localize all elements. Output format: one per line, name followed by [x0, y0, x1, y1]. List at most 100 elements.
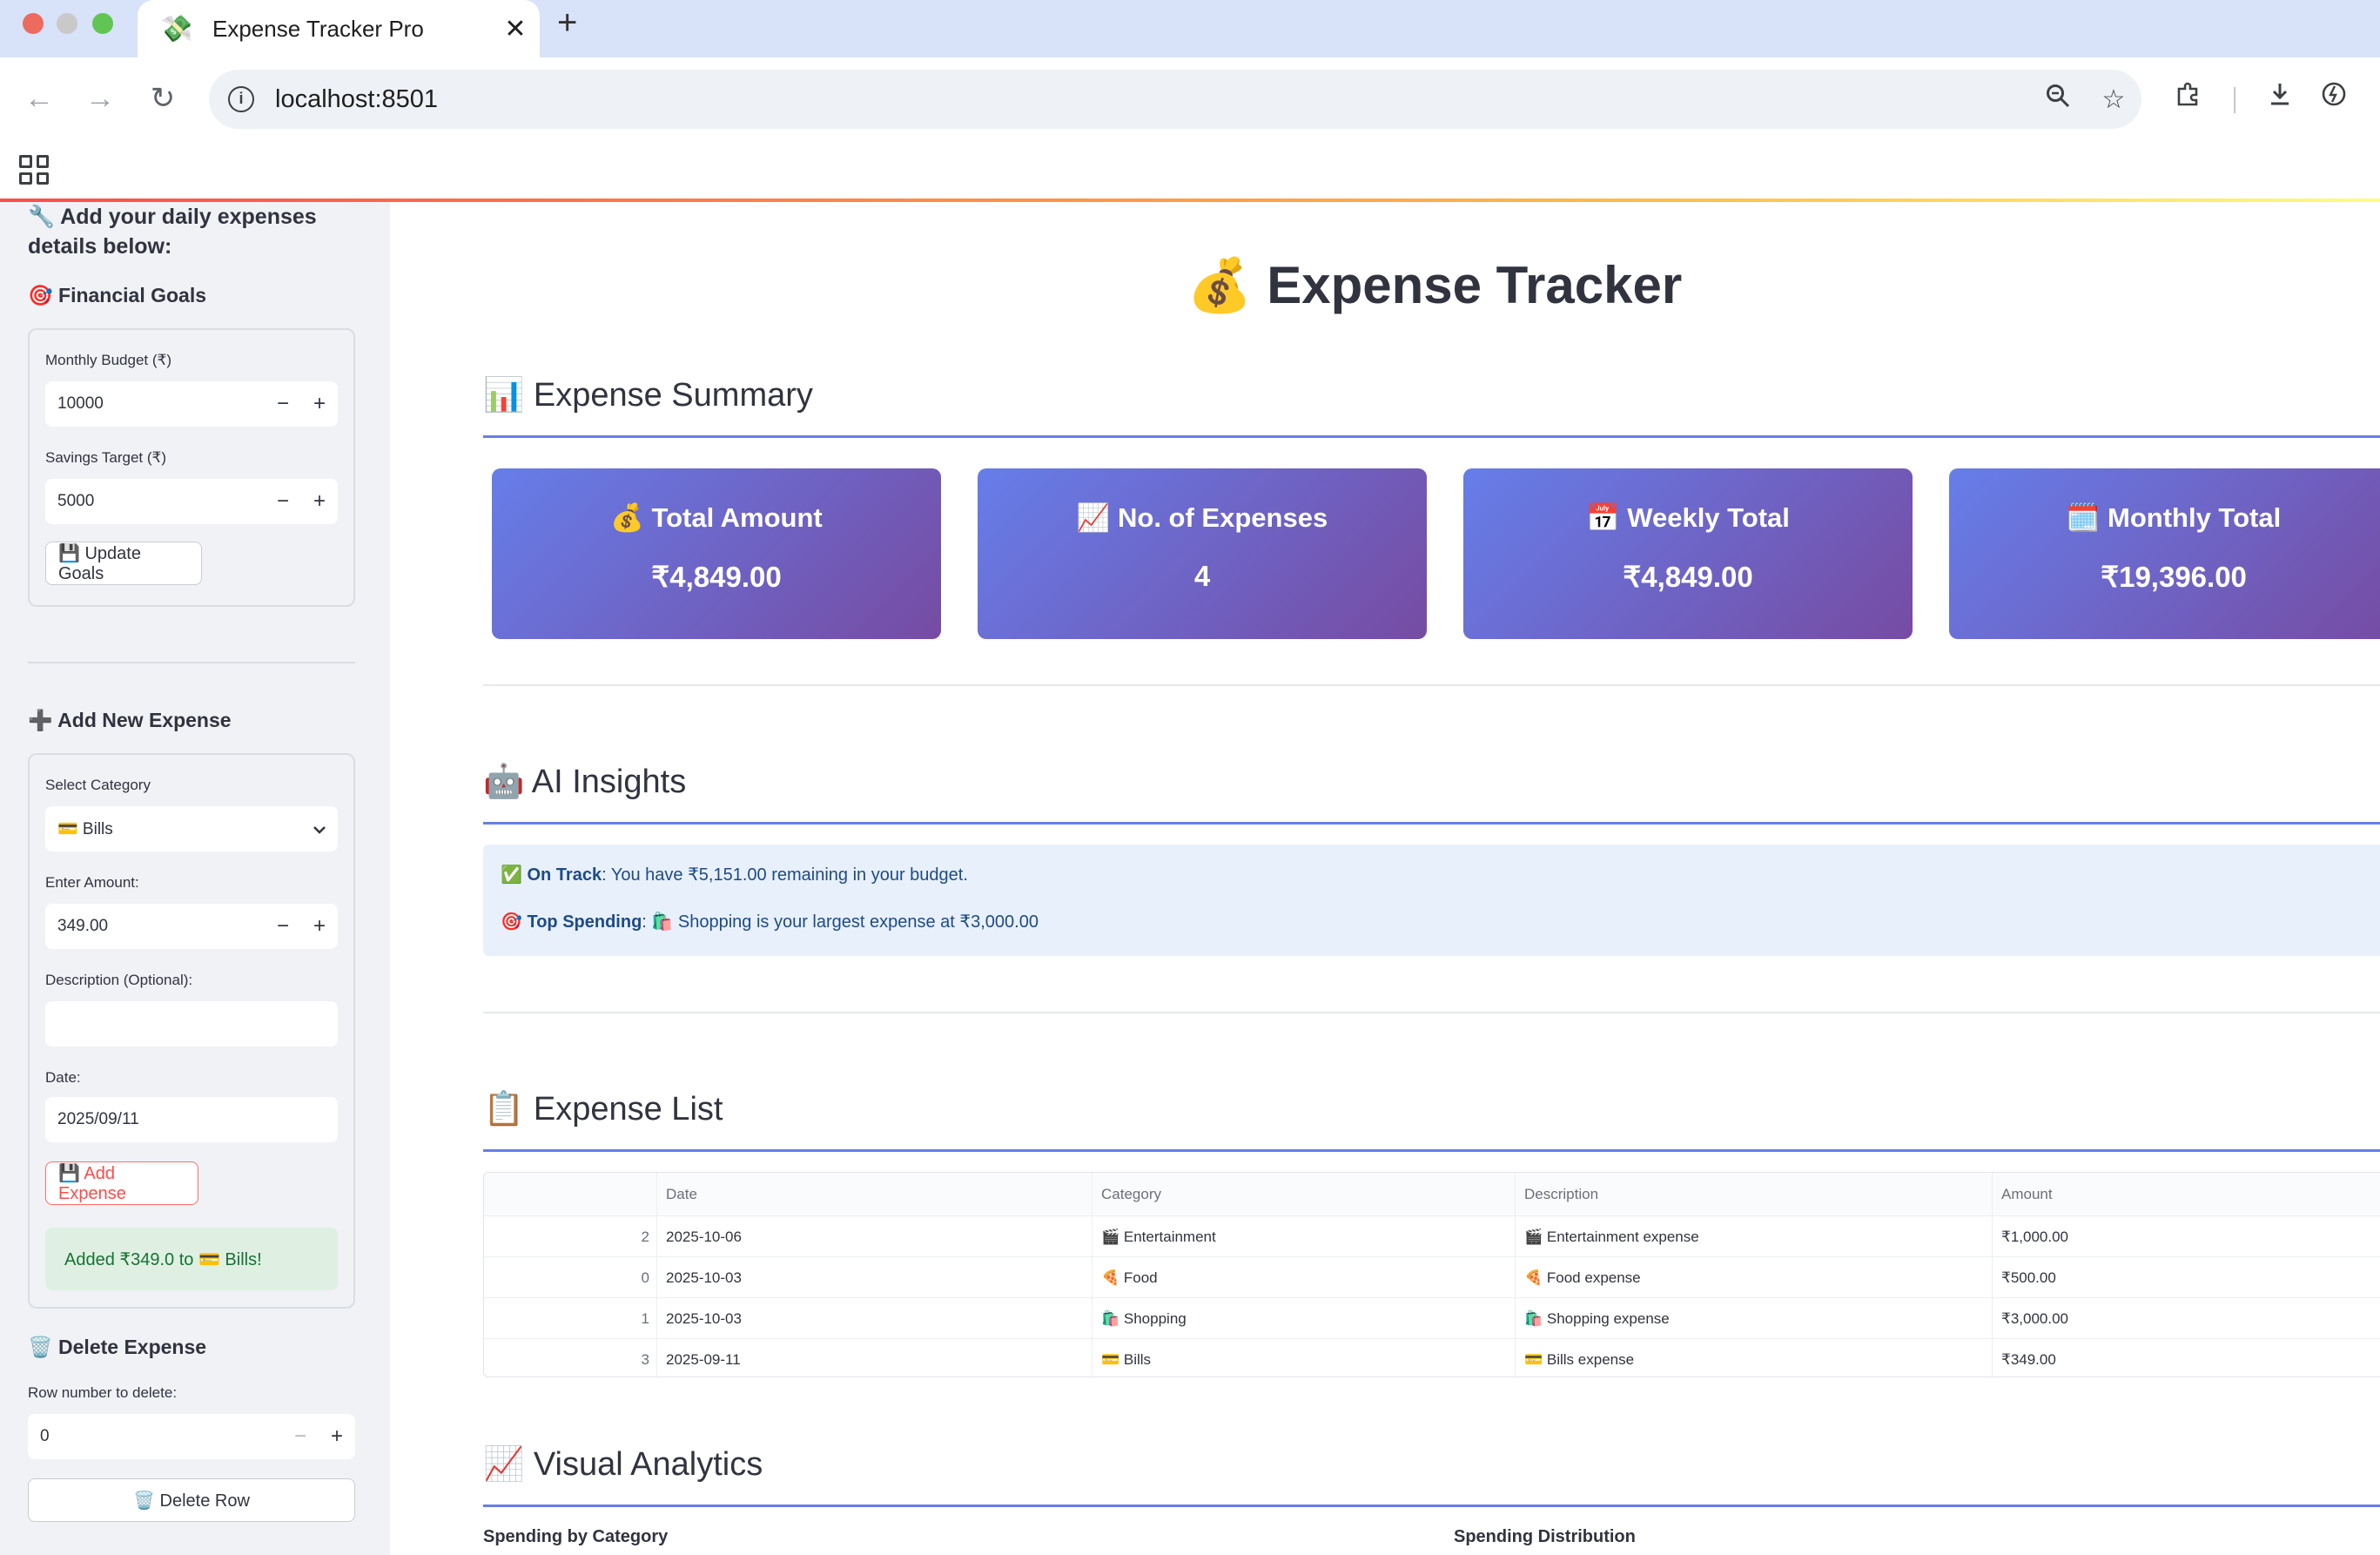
insight-label: Top Spending — [527, 912, 642, 932]
summary-underline — [483, 435, 2380, 438]
extensions-icon[interactable] — [2166, 77, 2209, 120]
cell-amount[interactable]: ₹500.00 — [1992, 1257, 2380, 1298]
delete-expense-heading: 🗑️ Delete Expense — [28, 1336, 207, 1358]
cell-description[interactable]: 🍕 Food expense — [1515, 1257, 1992, 1298]
column-header-index[interactable] — [484, 1173, 656, 1215]
budget-value[interactable]: 10000 — [45, 394, 265, 414]
cell-category[interactable]: 🍕 Food — [1092, 1257, 1515, 1298]
row-number-input[interactable]: 0 − + — [28, 1414, 355, 1459]
insight-text: : 🛍️ Shopping is your largest expense at… — [642, 912, 1039, 932]
chart-title-distribution: Spending Distribution — [1454, 1527, 1636, 1546]
column-header-category[interactable]: Category — [1092, 1173, 1515, 1215]
add-expense-button[interactable]: 💾 Add Expense — [45, 1161, 198, 1205]
budget-increment-button[interactable]: + — [301, 392, 338, 416]
column-header-date[interactable]: Date — [656, 1173, 1092, 1215]
main-content: 💰 Expense Tracker 📊 Expense Summary 💰 To… — [390, 202, 2380, 1555]
browser-tab-active[interactable]: 💸 Expense Tracker Pro ✕ — [138, 0, 540, 57]
summary-heading: 📊 Expense Summary — [483, 377, 813, 414]
table-row[interactable]: 0 2025-10-03 🍕 Food 🍕 Food expense ₹500.… — [484, 1256, 2380, 1298]
cell-category[interactable]: 🎬 Entertainment — [1092, 1216, 1515, 1257]
date-value[interactable]: 2025/09/11 — [45, 1110, 338, 1129]
amount-label: Enter Amount: — [45, 874, 139, 891]
table-header-row: Date Category Description Amount — [484, 1173, 2380, 1215]
page-title: 💰 Expense Tracker — [1187, 256, 1683, 314]
cell-description[interactable]: 🎬 Entertainment expense — [1515, 1216, 1992, 1257]
update-goals-button[interactable]: 💾 Update Goals — [45, 542, 202, 585]
expense-count-card: 📈 No. of Expenses 4 — [978, 468, 1427, 639]
amount-input[interactable]: 349.00 − + — [45, 904, 338, 949]
amount-decrement-button[interactable]: − — [265, 914, 301, 939]
address-bar[interactable]: i localhost:8501 ☆ — [209, 70, 2141, 129]
tab-favicon-icon: 💸 — [160, 14, 193, 44]
cell-description[interactable]: 🛍️ Shopping expense — [1515, 1298, 1992, 1339]
download-icon[interactable] — [2258, 77, 2302, 120]
card-title: 🗓️ Monthly Total — [2066, 502, 2282, 533]
section-divider — [483, 684, 2380, 686]
card-value: 4 — [1193, 560, 1211, 592]
table-row[interactable]: 2 2025-10-06 🎬 Entertainment 🎬 Entertain… — [484, 1215, 2380, 1257]
savings-decrement-button[interactable]: − — [265, 489, 301, 514]
insight-on-track: ✅ On Track: You have ₹5,151.00 remaining… — [501, 864, 968, 885]
insight-label: On Track — [527, 865, 602, 885]
bookmark-star-icon[interactable]: ☆ — [2086, 84, 2141, 115]
description-label: Description (Optional): — [45, 972, 193, 988]
cell-date[interactable]: 2025-09-11 — [656, 1339, 1092, 1377]
delete-row-button[interactable]: 🗑️ Delete Row — [28, 1478, 355, 1522]
cell-date[interactable]: 2025-10-03 — [656, 1298, 1092, 1339]
cell-date[interactable]: 2025-10-03 — [656, 1257, 1092, 1298]
sidebar-intro: 🔧 Add your daily expenses details below: — [28, 205, 317, 259]
table-row[interactable]: 3 2025-09-11 💳 Bills 💳 Bills expense ₹34… — [484, 1338, 2380, 1377]
apps-grid-icon[interactable] — [19, 155, 49, 185]
cell-date[interactable]: 2025-10-06 — [656, 1216, 1092, 1257]
cell-amount[interactable]: ₹3,000.00 — [1992, 1298, 2380, 1339]
monthly-total-card: 🗓️ Monthly Total ₹19,396.00 — [1949, 468, 2380, 639]
new-tab-icon[interactable]: + — [557, 3, 577, 43]
window-maximize-button[interactable] — [92, 13, 113, 34]
zoom-icon[interactable] — [2030, 83, 2086, 116]
expense-table[interactable]: Date Category Description Amount 2 2025-… — [483, 1172, 2380, 1377]
amount-increment-button[interactable]: + — [301, 914, 338, 939]
description-input[interactable] — [45, 1001, 338, 1047]
column-header-amount[interactable]: Amount — [1992, 1173, 2380, 1215]
success-alert: Added ₹349.0 to 💳 Bills! — [45, 1228, 338, 1290]
cell-category[interactable]: 🛍️ Shopping — [1092, 1298, 1515, 1339]
row-increment-button[interactable]: + — [319, 1424, 355, 1449]
date-input[interactable]: 2025/09/11 — [45, 1097, 338, 1142]
card-title: 💰 Total Amount — [610, 502, 823, 533]
window-minimize-button[interactable] — [57, 13, 77, 34]
row-number-value[interactable]: 0 — [28, 1427, 282, 1446]
row-index: 3 — [641, 1351, 649, 1368]
category-select[interactable]: 💳 Bills — [45, 806, 338, 852]
expense-list-underline — [483, 1149, 2380, 1152]
insights-underline — [483, 822, 2380, 825]
chart-title-by-category: Spending by Category — [483, 1527, 669, 1546]
savings-increment-button[interactable]: + — [301, 489, 338, 514]
amount-value[interactable]: 349.00 — [45, 917, 265, 936]
cell-category[interactable]: 💳 Bills — [1092, 1339, 1515, 1377]
budget-decrement-button[interactable]: − — [265, 392, 301, 416]
chevron-down-icon[interactable] — [301, 817, 338, 841]
browser-tab-bar: 💸 Expense Tracker Pro ✕ + — [0, 0, 2380, 57]
insights-box: ✅ On Track: You have ₹5,151.00 remaining… — [483, 845, 2380, 956]
tab-close-icon[interactable]: ✕ — [491, 14, 540, 44]
forward-icon[interactable]: → — [78, 77, 122, 120]
reload-icon[interactable]: ↻ — [141, 77, 185, 120]
cell-amount[interactable]: ₹1,000.00 — [1992, 1216, 2380, 1257]
card-value: ₹4,849.00 — [651, 561, 782, 593]
column-header-description[interactable]: Description — [1515, 1173, 1992, 1215]
savings-input[interactable]: 5000 − + — [45, 479, 338, 524]
url-text[interactable]: localhost:8501 — [275, 85, 2030, 114]
back-icon[interactable]: ← — [17, 77, 61, 120]
budget-input[interactable]: 10000 − + — [45, 381, 338, 427]
performance-icon[interactable] — [2312, 77, 2356, 120]
window-close-button[interactable] — [23, 13, 44, 34]
category-select-value[interactable]: 💳 Bills — [45, 818, 301, 839]
table-row[interactable]: 1 2025-10-03 🛍️ Shopping 🛍️ Shopping exp… — [484, 1297, 2380, 1339]
row-decrement-button[interactable]: − — [282, 1424, 319, 1449]
site-info-icon[interactable]: i — [228, 86, 254, 112]
tab-title: Expense Tracker Pro — [212, 15, 424, 42]
cell-description[interactable]: 💳 Bills expense — [1515, 1339, 1992, 1377]
cell-amount[interactable]: ₹349.00 — [1992, 1339, 2380, 1377]
section-divider — [483, 1012, 2380, 1013]
savings-value[interactable]: 5000 — [45, 492, 265, 511]
